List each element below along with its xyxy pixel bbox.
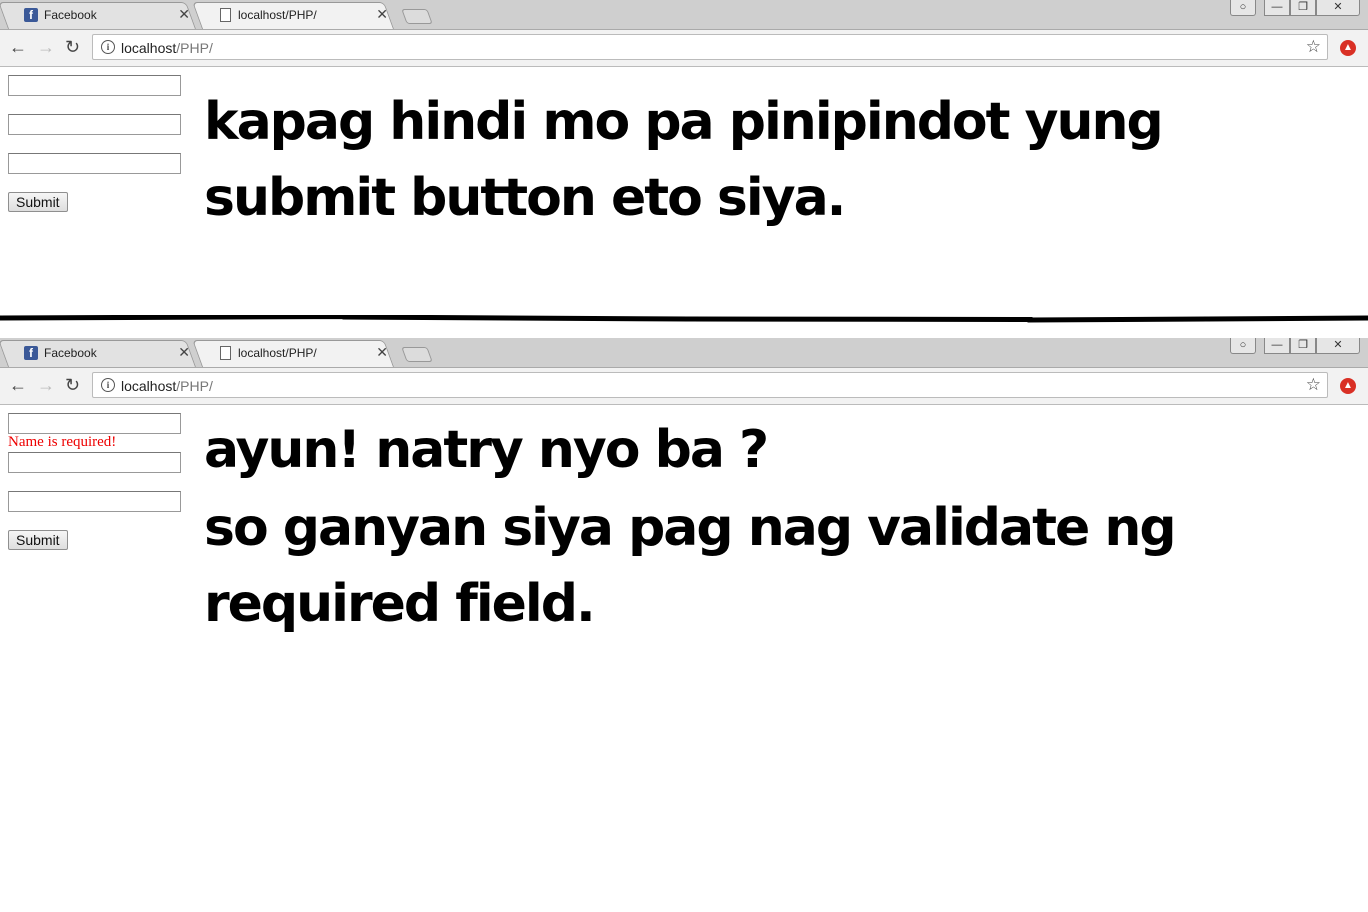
back-icon[interactable]: ← <box>9 38 27 56</box>
tab-strip: f Facebook ✕ localhost/PHP/ ✕ ○ — ❐ ✕ <box>0 338 1368 368</box>
tab-localhost[interactable]: localhost/PHP/ ✕ <box>192 340 394 367</box>
website-field[interactable] <box>8 491 181 512</box>
facebook-icon: f <box>24 8 38 22</box>
window-controls: ○ — ❐ ✕ <box>1230 0 1360 17</box>
tab-localhost[interactable]: localhost/PHP/ ✕ <box>192 2 394 29</box>
tab-facebook[interactable]: f Facebook ✕ <box>0 2 196 29</box>
reload-icon[interactable]: ↻ <box>65 38 80 56</box>
facebook-icon: f <box>24 346 38 360</box>
close-tab-icon[interactable]: ✕ <box>376 6 388 23</box>
submit-button[interactable]: Submit <box>8 530 68 550</box>
name-error-message: Name is required! <box>8 434 117 450</box>
new-tab-button[interactable] <box>401 9 433 24</box>
new-tab-button[interactable] <box>401 347 433 362</box>
email-field[interactable] <box>8 452 181 473</box>
close-tab-icon[interactable]: ✕ <box>178 6 190 23</box>
browser-toolbar: ← → ↻ i localhost/PHP/ ☆ ▲ <box>0 368 1368 405</box>
browser-window-after: f Facebook ✕ localhost/PHP/ ✕ ○ — ❐ ✕ ← … <box>0 338 1368 912</box>
page-icon <box>220 346 231 360</box>
forward-icon[interactable]: → <box>37 376 55 394</box>
browser-toolbar: ← → ↻ i localhost/PHP/ ☆ ▲ <box>0 30 1368 67</box>
window-close-icon[interactable]: ✕ <box>1316 338 1360 354</box>
back-icon[interactable]: ← <box>9 376 27 394</box>
minimize-icon[interactable]: — <box>1264 338 1290 354</box>
caption-line-3: required field. <box>204 574 596 634</box>
info-icon[interactable]: i <box>101 378 115 392</box>
url-path: /PHP/ <box>176 378 213 394</box>
bookmark-star-icon[interactable]: ☆ <box>1306 37 1321 57</box>
profile-icon[interactable]: ○ <box>1230 338 1256 354</box>
email-field[interactable] <box>8 114 181 135</box>
url-text: localhost/PHP/ <box>121 378 213 394</box>
tab-strip: f Facebook ✕ localhost/PHP/ ✕ ○ — ❐ ✕ <box>0 0 1368 30</box>
divider-line <box>0 315 1368 323</box>
address-bar[interactable]: i localhost/PHP/ ☆ <box>92 372 1328 398</box>
name-field[interactable] <box>8 413 181 434</box>
restore-icon[interactable]: ❐ <box>1290 338 1316 354</box>
info-icon[interactable]: i <box>101 40 115 54</box>
close-tab-icon[interactable]: ✕ <box>178 344 190 361</box>
url-path: /PHP/ <box>176 40 213 56</box>
url-host: localhost <box>121 378 177 394</box>
window-controls: ○ — ❐ ✕ <box>1230 338 1360 355</box>
url-host: localhost <box>121 40 177 56</box>
page-icon <box>220 8 231 22</box>
name-field[interactable] <box>8 75 181 96</box>
close-tab-icon[interactable]: ✕ <box>376 344 388 361</box>
window-close-icon[interactable]: ✕ <box>1316 0 1360 16</box>
tab-title: localhost/PHP/ <box>238 346 317 360</box>
caption-line-2: so ganyan siya pag nag validate ng <box>204 498 1177 558</box>
url-text: localhost/PHP/ <box>121 40 213 56</box>
address-bar[interactable]: i localhost/PHP/ ☆ <box>92 34 1328 60</box>
profile-icon[interactable]: ○ <box>1230 0 1256 16</box>
tab-title: Facebook <box>44 346 97 360</box>
tab-title: Facebook <box>44 8 97 22</box>
caption-line-1: kapag hindi mo pa pinipindot yung <box>204 92 1164 152</box>
caption-line-1: ayun! natry nyo ba ? <box>204 420 769 480</box>
restore-icon[interactable]: ❐ <box>1290 0 1316 16</box>
tab-facebook[interactable]: f Facebook ✕ <box>0 340 196 367</box>
bookmark-star-icon[interactable]: ☆ <box>1306 375 1321 395</box>
tab-title: localhost/PHP/ <box>238 8 317 22</box>
submit-button[interactable]: Submit <box>8 192 68 212</box>
reload-icon[interactable]: ↻ <box>65 376 80 394</box>
minimize-icon[interactable]: — <box>1264 0 1290 16</box>
browser-window-before: f Facebook ✕ localhost/PHP/ ✕ ○ — ❐ ✕ ← … <box>0 0 1368 318</box>
extension-icon[interactable]: ▲ <box>1340 378 1356 394</box>
website-field[interactable] <box>8 153 181 174</box>
caption-line-2: submit button eto siya. <box>204 168 846 228</box>
extension-icon[interactable]: ▲ <box>1340 40 1356 56</box>
forward-icon[interactable]: → <box>37 38 55 56</box>
